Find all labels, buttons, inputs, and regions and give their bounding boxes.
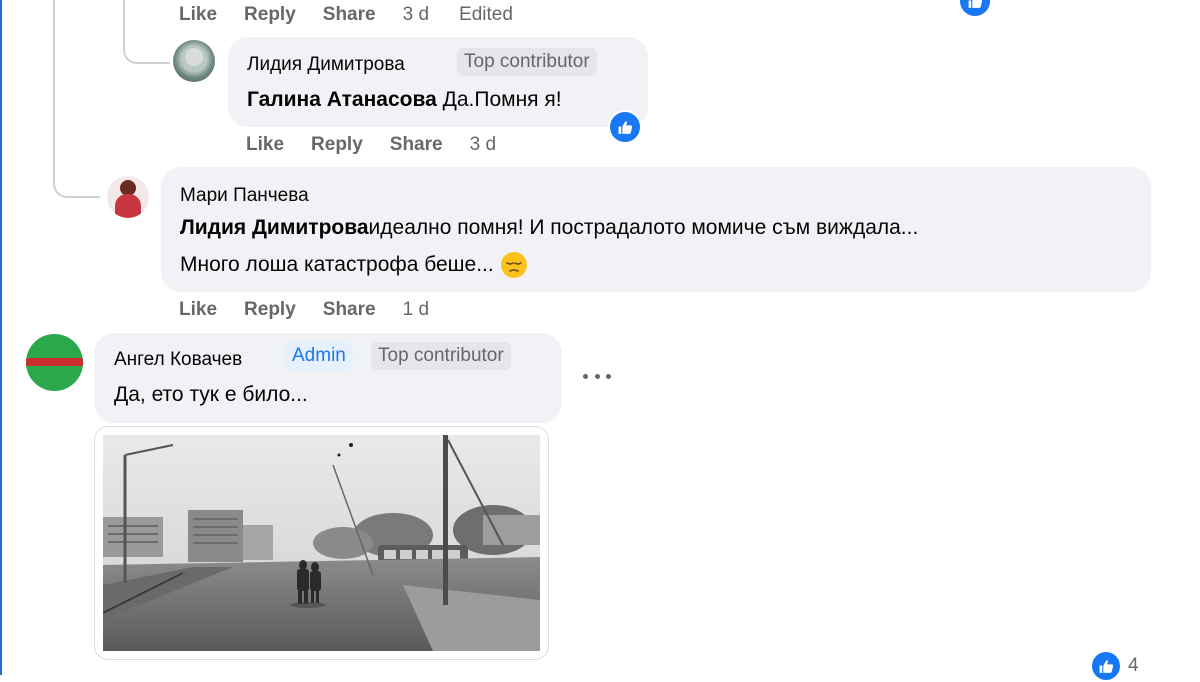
like-reaction-icon[interactable] xyxy=(958,0,992,18)
like-button[interactable]: Like xyxy=(246,134,284,156)
reaction-summary[interactable]: 4 xyxy=(1090,650,1139,682)
photo-attachment[interactable] xyxy=(94,426,549,660)
share-button[interactable]: Share xyxy=(390,134,443,156)
admin-badge: Admin xyxy=(285,342,353,370)
timestamp[interactable]: 1 d xyxy=(403,299,429,321)
comment-author[interactable]: Ангел Ковачев xyxy=(114,349,242,371)
black-and-white-street-photo[interactable] xyxy=(103,435,540,651)
reply-button[interactable]: Reply xyxy=(244,4,296,26)
like-icon xyxy=(1090,650,1122,682)
comment-actions: Like Reply Share 1 d xyxy=(179,297,459,323)
avatar[interactable] xyxy=(26,334,83,391)
comment-text: Да, ето тук е било... xyxy=(114,383,308,406)
mention-link[interactable]: Галина Атанасова xyxy=(247,88,437,111)
reply-button[interactable]: Reply xyxy=(244,299,296,321)
like-button[interactable]: Like xyxy=(179,4,217,26)
thread-connector xyxy=(53,0,100,198)
share-button[interactable]: Share xyxy=(323,4,376,26)
comment-author[interactable]: Мари Панчева xyxy=(180,185,309,207)
like-button[interactable]: Like xyxy=(179,299,217,321)
comment-text: Много лоша катастрофа беше... xyxy=(180,246,528,283)
share-button[interactable]: Share xyxy=(323,299,376,321)
comment-body-line1: идеално помня! И пострадалото момиче съм… xyxy=(368,216,919,239)
comment-actions: Like Reply Share 3 d xyxy=(246,132,526,158)
more-options-icon[interactable] xyxy=(583,365,611,387)
window-edge xyxy=(0,0,2,675)
timestamp[interactable]: 3 d xyxy=(403,4,429,26)
like-reaction-icon[interactable] xyxy=(608,110,642,144)
reply-button[interactable]: Reply xyxy=(311,134,363,156)
comment-actions: Like Reply Share 3 d Edited xyxy=(179,2,540,28)
mention-link[interactable]: Лидия Димитрова xyxy=(180,216,369,239)
avatar[interactable] xyxy=(173,40,215,82)
comment-body: Да.Помня я! xyxy=(436,88,562,111)
edited-label: Edited xyxy=(459,4,513,25)
avatar[interactable] xyxy=(107,176,149,218)
top-contributor-badge: Top contributor xyxy=(371,342,511,370)
comment-text: Лидия Димитроваидеално помня! И пострада… xyxy=(180,209,918,246)
timestamp[interactable]: 3 d xyxy=(470,134,496,156)
top-contributor-badge: Top contributor xyxy=(457,48,597,76)
pensive-face-emoji xyxy=(500,252,527,279)
reaction-count: 4 xyxy=(1128,655,1139,676)
comment-body-line2: Много лоша катастрофа беше... xyxy=(180,253,500,276)
comment-author[interactable]: Лидия Димитрова xyxy=(247,54,405,76)
comment-text: Галина Атанасова Да.Помня я! xyxy=(247,81,562,118)
thread-connector xyxy=(123,0,170,64)
